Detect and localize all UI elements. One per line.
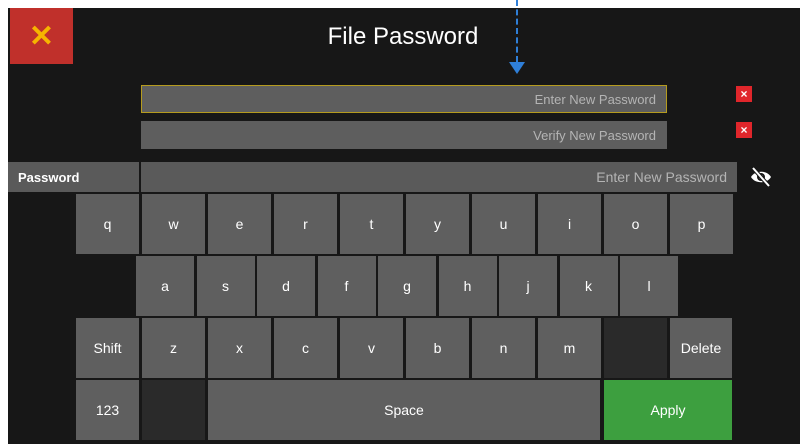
apply-button[interactable]: Apply (604, 380, 732, 440)
new-password-error-icon: × (736, 86, 752, 102)
key-p[interactable]: p (670, 194, 733, 254)
shift-key[interactable]: Shift (76, 318, 139, 378)
key-y[interactable]: y (406, 194, 469, 254)
verify-password-field[interactable]: Verify New Password (141, 121, 667, 149)
page-title: File Password (327, 23, 479, 50)
key-v[interactable]: v (340, 318, 403, 378)
password-input-placeholder: Enter New Password (596, 169, 727, 185)
space-key[interactable]: Space (208, 380, 600, 440)
key-w[interactable]: w (142, 194, 205, 254)
key-z[interactable]: z (142, 318, 205, 378)
hide-password-icon[interactable] (749, 166, 773, 188)
key-a[interactable]: a (136, 256, 194, 316)
key-d[interactable]: d (257, 256, 315, 316)
delete-key[interactable]: Delete (670, 318, 732, 378)
key-u[interactable]: u (472, 194, 535, 254)
key-s[interactable]: s (196, 256, 255, 316)
verify-password-error-icon: × (736, 122, 752, 138)
password-label: Password (8, 162, 139, 192)
key-h[interactable]: h (438, 256, 497, 316)
key-k[interactable]: k (559, 256, 618, 316)
key-q[interactable]: q (76, 194, 139, 254)
key-t[interactable]: t (340, 194, 403, 254)
key-m[interactable]: m (538, 318, 601, 378)
annotation-arrow-line (516, 0, 518, 62)
key-r[interactable]: r (274, 194, 337, 254)
key-o[interactable]: o (604, 194, 667, 254)
password-input[interactable]: Enter New Password (141, 162, 737, 192)
key-f[interactable]: f (317, 256, 376, 316)
key-e[interactable]: e (208, 194, 271, 254)
blank-key (142, 380, 205, 440)
numbers-key[interactable]: 123 (76, 380, 139, 440)
key-c[interactable]: c (274, 318, 337, 378)
key-i[interactable]: i (538, 194, 601, 254)
key-j[interactable]: j (499, 256, 557, 316)
key-b[interactable]: b (406, 318, 469, 378)
key-x[interactable]: x (208, 318, 271, 378)
blank-key (604, 318, 667, 378)
new-password-placeholder: Enter New Password (534, 91, 656, 107)
key-g[interactable]: g (378, 256, 436, 316)
verify-password-placeholder: Verify New Password (533, 127, 656, 143)
new-password-field[interactable]: Enter New Password (141, 85, 667, 113)
annotation-arrow-head (509, 62, 525, 74)
key-l[interactable]: l (620, 256, 678, 316)
key-n[interactable]: n (472, 318, 535, 378)
